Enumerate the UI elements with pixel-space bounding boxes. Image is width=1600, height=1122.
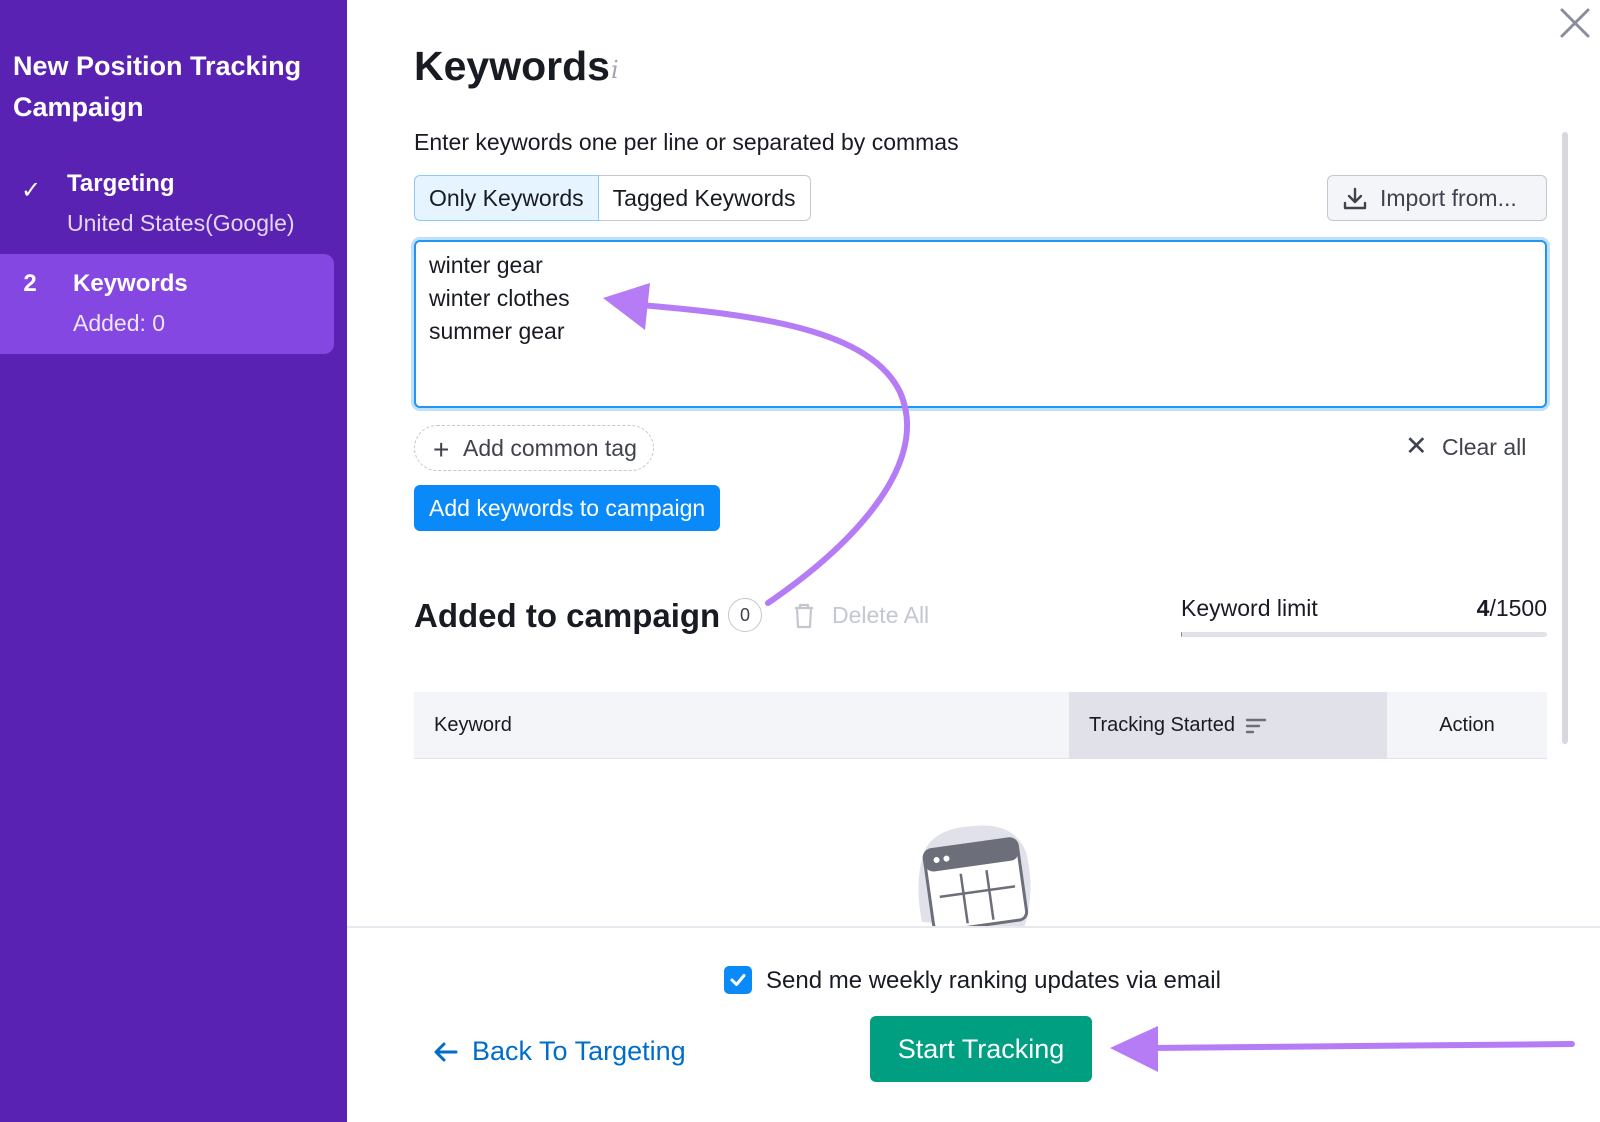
add-keywords-button[interactable]: Add keywords to campaign xyxy=(414,485,721,531)
page-title: Keywords xyxy=(414,43,610,89)
delete-all-button[interactable]: Delete All xyxy=(792,602,929,629)
email-updates-label: Send me weekly ranking updates via email xyxy=(766,967,1221,994)
checkmark-icon: ✓ xyxy=(20,177,42,204)
step-title: Keywords xyxy=(73,270,188,297)
close-icon: ✕ xyxy=(1405,431,1428,461)
added-to-campaign-title: Added to campaign xyxy=(414,597,721,634)
close-icon xyxy=(1560,8,1590,38)
add-tag-label: Add common tag xyxy=(463,434,637,461)
back-label: Back To Targeting xyxy=(472,1036,686,1066)
keywords-input[interactable]: winter gear winter clothes summer gear xyxy=(414,240,1547,408)
scrollbar[interactable] xyxy=(1562,132,1568,744)
close-button[interactable] xyxy=(1556,4,1594,42)
sidebar-step-keywords[interactable]: 2 Keywords Added: 0 xyxy=(0,254,334,354)
column-label: Tracking Started xyxy=(1089,714,1235,736)
step-number: 2 xyxy=(23,270,37,297)
keyword-limit-fill xyxy=(1181,632,1182,637)
sidebar-title: New Position Tracking Campaign xyxy=(13,51,302,122)
step-title: Targeting xyxy=(67,170,175,197)
start-tracking-button[interactable]: Start Tracking xyxy=(870,1016,1092,1082)
arrow-left-icon xyxy=(434,1042,458,1062)
keyword-mode-tabs: Only Keywords Tagged Keywords xyxy=(414,175,811,221)
plus-icon: + xyxy=(433,434,450,465)
info-icon[interactable]: i xyxy=(611,56,619,84)
keywords-table-header: Keyword Tracking Started Action xyxy=(414,692,1547,759)
import-from-button[interactable]: Import from... xyxy=(1327,175,1547,221)
column-keyword: Keyword xyxy=(434,714,512,736)
column-action: Action xyxy=(1439,714,1495,736)
sidebar-step-targeting[interactable]: ✓ Targeting United States(Google) xyxy=(0,164,334,250)
step-subtitle: United States(Google) xyxy=(67,210,295,236)
tab-tagged-keywords[interactable]: Tagged Keywords xyxy=(598,175,811,221)
column-tracking-started[interactable]: Tracking Started xyxy=(1069,692,1387,759)
trash-icon xyxy=(795,603,813,629)
limit-total: /1500 xyxy=(1489,595,1547,621)
back-to-targeting-button[interactable]: Back To Targeting xyxy=(432,1036,686,1067)
sort-icon xyxy=(1245,718,1267,733)
tab-only-keywords[interactable]: Only Keywords xyxy=(414,175,599,221)
add-common-tag-button[interactable]: + Add common tag xyxy=(414,425,654,471)
checkmark-icon xyxy=(730,974,746,986)
keywords-instruction: Enter keywords one per line or separated… xyxy=(414,129,959,155)
wizard-footer: Send me weekly ranking updates via email… xyxy=(347,926,1600,1122)
main-panel: Keywords i Enter keywords one per line o… xyxy=(347,0,1600,1122)
import-label: Import from... xyxy=(1380,184,1517,211)
keyword-limit-bar xyxy=(1181,632,1547,637)
keyword-count-badge: 0 xyxy=(728,598,762,632)
limit-used: 4 xyxy=(1476,595,1490,621)
email-updates-checkbox[interactable] xyxy=(724,966,752,994)
download-icon xyxy=(1343,187,1367,210)
clear-all-button[interactable]: ✕ Clear all xyxy=(1405,431,1527,461)
delete-all-label: Delete All xyxy=(832,602,930,628)
clear-all-label: Clear all xyxy=(1442,434,1527,460)
step-subtitle: Added: 0 xyxy=(73,310,166,336)
empty-table-illustration xyxy=(918,825,1031,928)
keyword-limit-value: 4/1500 xyxy=(1427,595,1547,622)
wizard-sidebar: New Position Tracking Campaign ✓ Targeti… xyxy=(0,0,347,1122)
keyword-limit-label: Keyword limit xyxy=(1181,595,1318,621)
